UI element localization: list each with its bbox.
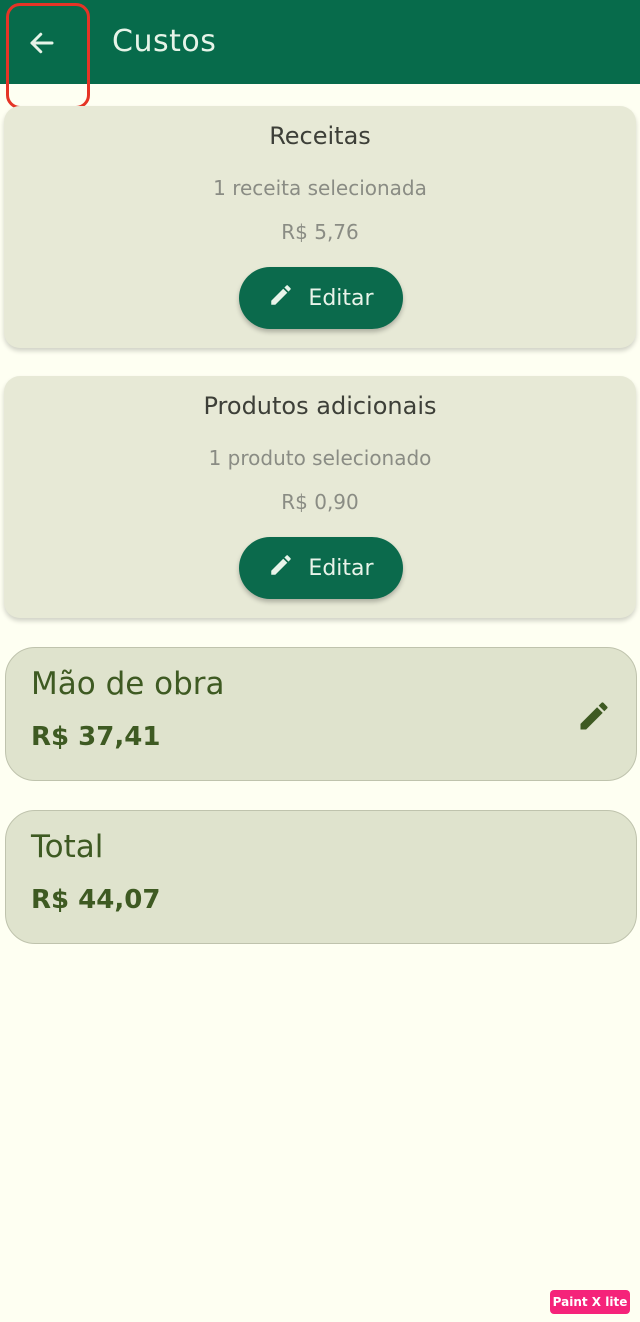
products-price: R$ 0,90	[281, 490, 359, 514]
recipes-card: Receitas 1 receita selecionada R$ 5,76 E…	[4, 106, 636, 348]
labor-cost-card[interactable]: Mão de obra R$ 37,41	[5, 647, 637, 781]
recipes-price: R$ 5,76	[281, 220, 359, 244]
back-button[interactable]	[20, 25, 64, 65]
edit-products-button[interactable]: Editar	[239, 537, 403, 599]
total-value: R$ 44,07	[31, 885, 161, 915]
pencil-icon	[268, 552, 294, 584]
edit-recipes-button[interactable]: Editar	[239, 267, 403, 329]
edit-products-label: Editar	[308, 555, 374, 581]
recipes-count: 1 receita selecionada	[213, 176, 427, 200]
total-card: Total R$ 44,07	[5, 810, 637, 944]
app-bar: Custos	[0, 0, 640, 84]
arrow-left-icon	[27, 28, 57, 62]
additional-products-card: Produtos adicionais 1 produto selecionad…	[4, 376, 636, 618]
edit-recipes-label: Editar	[308, 285, 374, 311]
total-label: Total	[31, 829, 104, 865]
page-title: Custos	[112, 24, 217, 59]
labor-value: R$ 37,41	[31, 722, 161, 752]
edit-labor-button[interactable]	[576, 698, 612, 734]
labor-label: Mão de obra	[31, 666, 225, 702]
pencil-icon	[268, 282, 294, 314]
products-count: 1 produto selecionado	[208, 446, 432, 470]
products-title: Produtos adicionais	[203, 392, 437, 420]
recipes-title: Receitas	[269, 122, 371, 150]
watermark-badge: Paint X lite	[550, 1290, 630, 1314]
pencil-icon	[576, 702, 612, 738]
